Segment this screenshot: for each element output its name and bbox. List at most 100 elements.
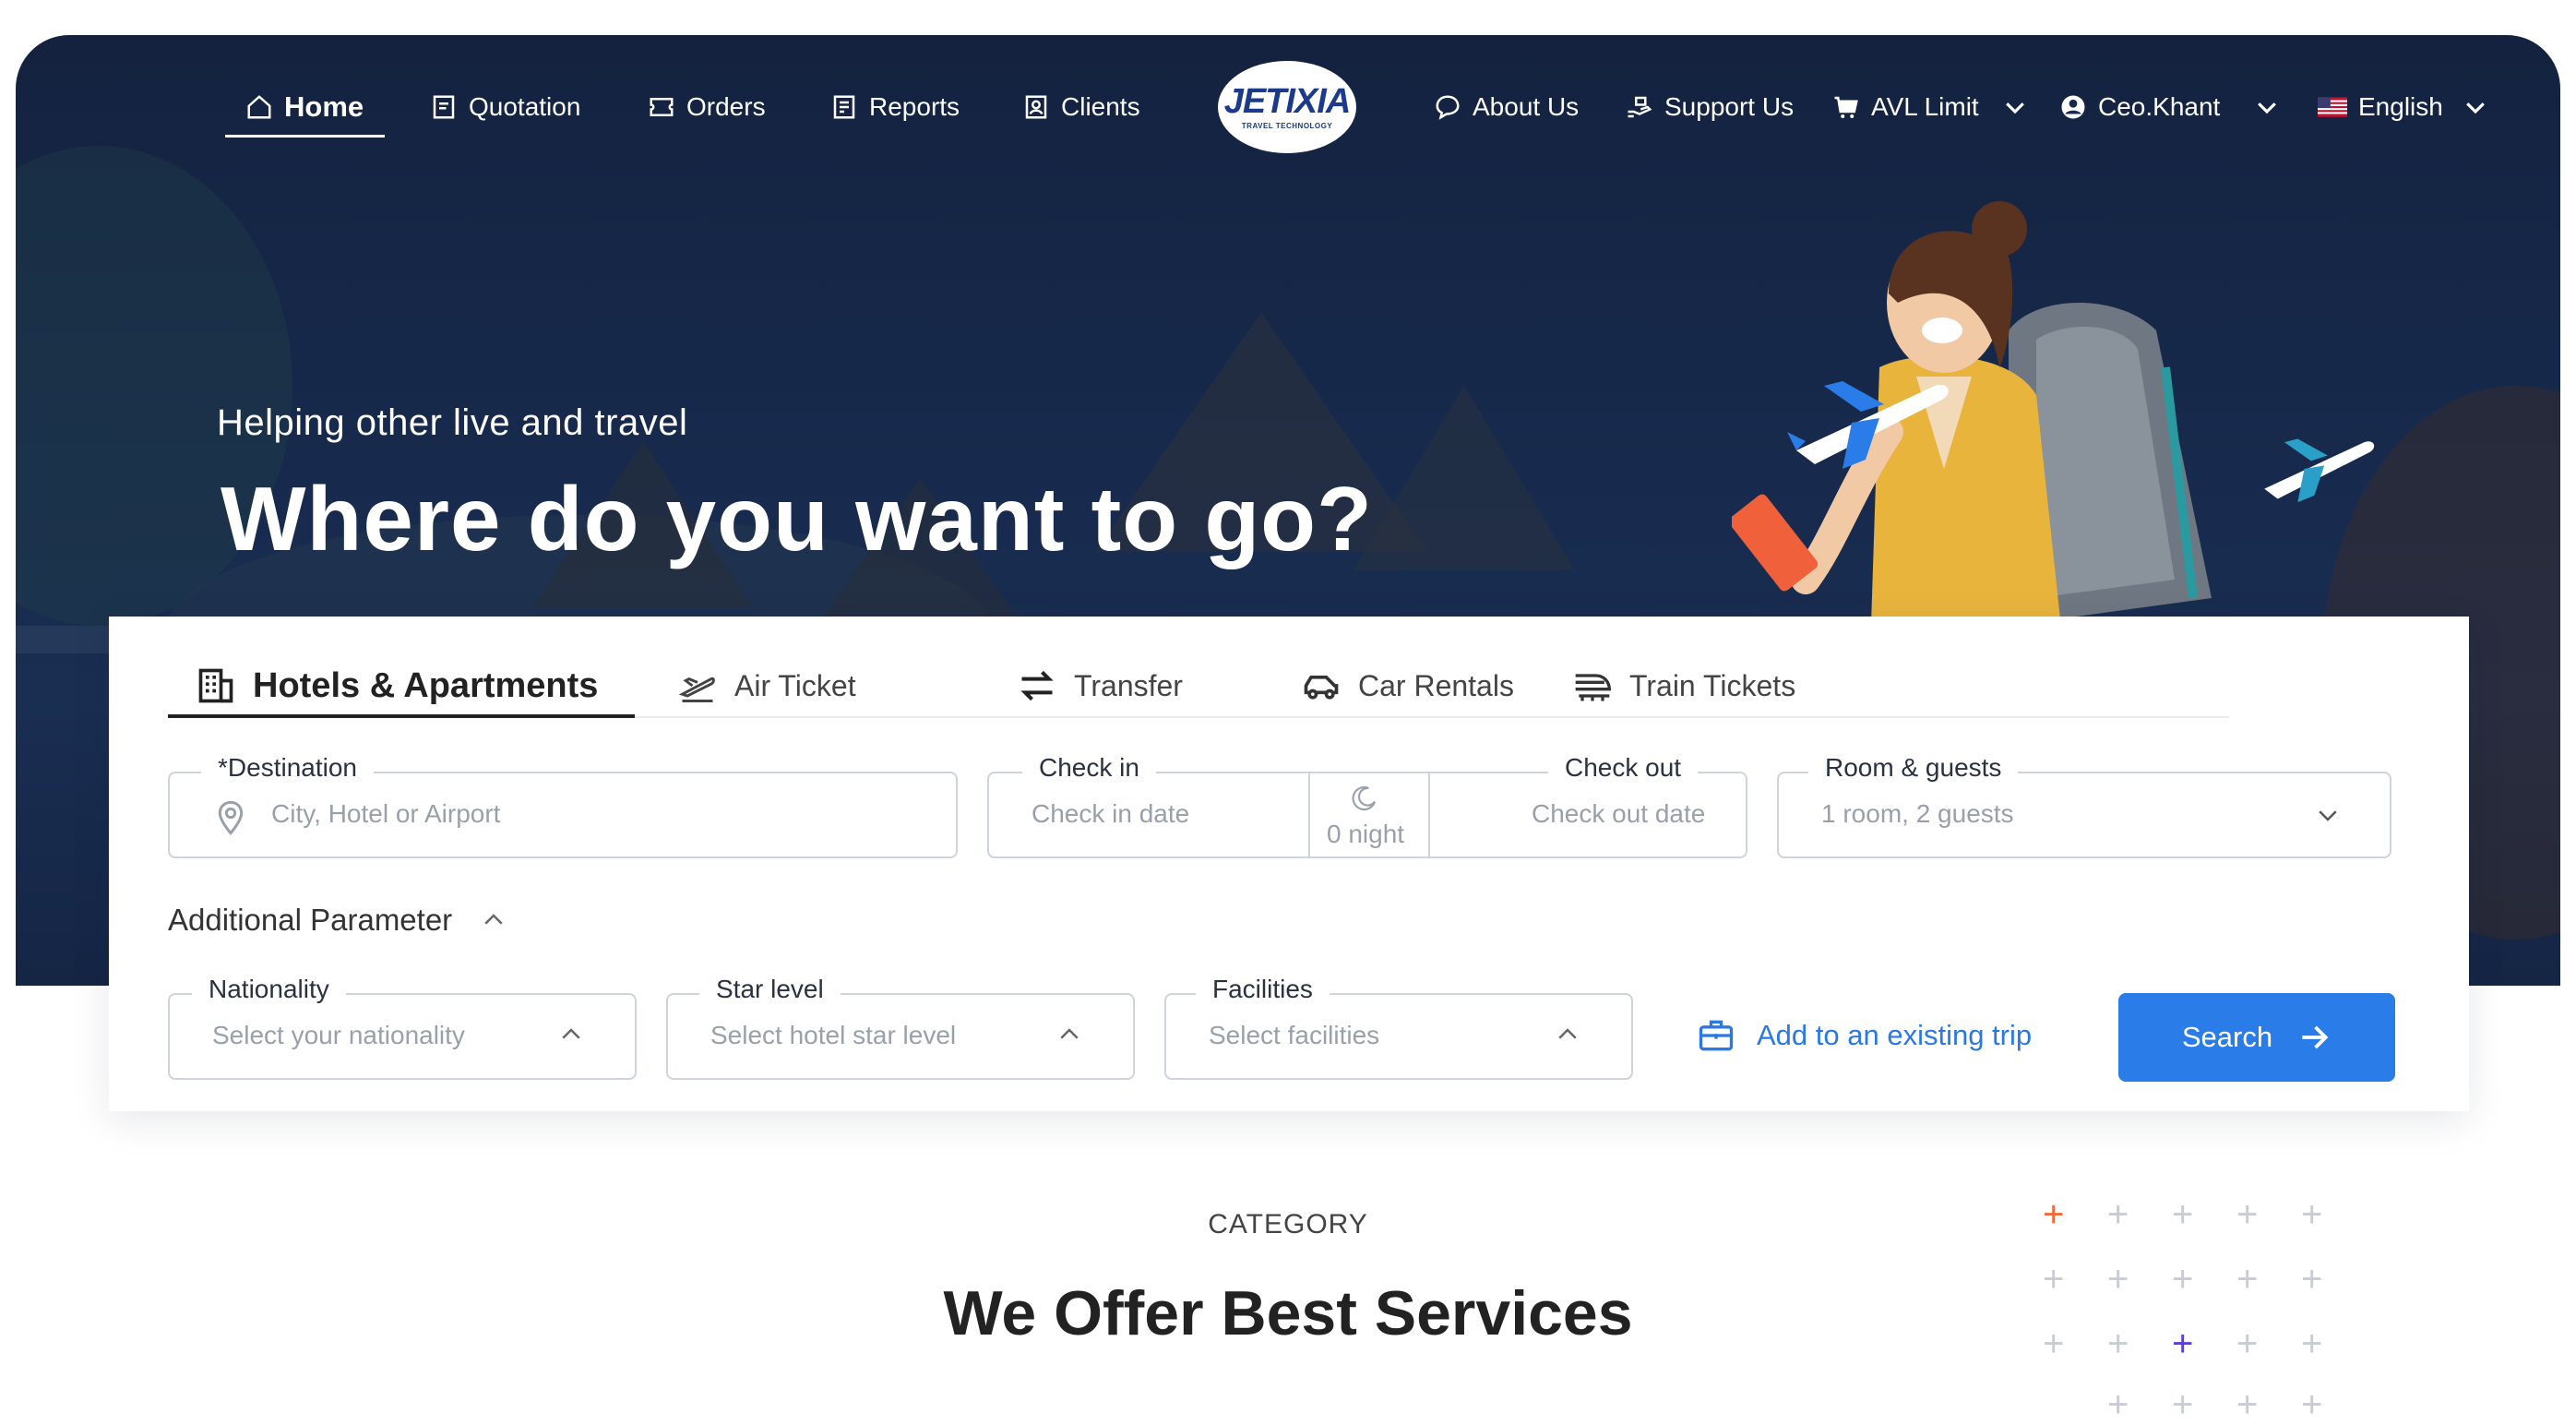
tab-hotels[interactable]: Hotels & Apartments [196,653,598,718]
checkout-label: Check out [1548,753,1699,783]
date-range-field: Check in Check in date 0 night Check out… [987,753,1747,858]
search-button-label: Search [2181,1021,2273,1053]
plus-icon: + [2107,1194,2129,1235]
hero-subtitle: Helping other live and travel [217,402,688,443]
divider [1428,773,1430,856]
facilities-select[interactable]: Facilities Select facilities [1164,975,1633,1080]
room-guests-value: 1 room, 2 guests [1821,799,2014,828]
plus-icon: + [2107,1384,2129,1425]
facilities-placeholder: Select facilities [1209,1021,1380,1049]
cart-icon [1834,96,1858,118]
checkin-label: Check in [1022,753,1156,783]
user-menu-dropdown[interactable]: Ceo.Khant [2059,87,2281,127]
star-level-placeholder: Select hotel star level [710,1021,957,1049]
chevron-down-icon [2005,102,2024,114]
chevron-down-icon [2465,102,2485,114]
room-guests-field[interactable]: Room & guests 1 room, 2 guests [1777,753,2391,858]
nav-quotation-label: Quotation [469,92,581,121]
chat-bubble-icon [1436,95,1460,120]
plus-icon: + [2172,1323,2194,1364]
add-trip-label: Add to an existing trip [1757,1019,2033,1051]
plus-icon: + [2236,1384,2259,1425]
star-level-label: Star level [699,975,841,1004]
nationality-select[interactable]: Nationality Select your nationality [168,975,637,1080]
nationality-placeholder: Select your nationality [212,1021,465,1049]
plus-icon: + [2107,1323,2129,1364]
hut-roof [1354,386,1575,570]
plus-icon: + [2172,1384,2194,1425]
checkin-input[interactable]: Check in date [1032,799,1189,829]
hero-title: Where do you want to go? [221,468,1373,569]
airplane-icon [2264,438,2375,503]
nav-about-label: About Us [1473,92,1580,121]
chevron-up-icon [562,1028,580,1039]
language-dropdown[interactable]: English [2318,87,2489,127]
nav-active-indicator [225,135,385,138]
tab-transfer[interactable]: Transfer [1017,653,1183,718]
arrow-right-icon [2302,1025,2329,1049]
nav-reports-label: Reports [869,92,960,121]
plus-icon: + [2301,1259,2323,1299]
plus-icon: + [2107,1259,2129,1299]
avl-limit-dropdown[interactable]: AVL Limit [1832,87,2029,127]
train-icon [1575,674,1611,701]
jetixia-logo[interactable]: JETIXIA TRAVEL TECHNOLOGY [1218,61,1356,153]
add-to-existing-trip-link[interactable]: Add to an existing trip [1696,1015,2032,1056]
moon-icon [1352,785,1377,811]
tab-air-ticket[interactable]: Air Ticket [677,653,856,718]
plus-icon: + [2043,1194,2065,1235]
room-guests-label: Room & guests [1808,753,2019,783]
user-name: Ceo.Khant [2098,92,2221,121]
tab-train-tickets[interactable]: Train Tickets [1572,653,1795,718]
location-pin-icon [218,800,244,835]
nav-home[interactable]: Home [245,87,364,127]
tab-car-label: Car Rentals [1358,668,1514,702]
chevron-up-icon [484,914,503,925]
nav-clients-label: Clients [1061,92,1140,121]
checkout-input[interactable]: Check out date [1532,799,1705,829]
tab-hotels-label: Hotels & Apartments [253,665,599,705]
nav-support[interactable]: Support Us [1626,87,1794,127]
nav-support-label: Support Us [1664,92,1795,121]
home-icon [247,95,271,119]
nights-count: 0 night [1327,820,1405,848]
helping-hand-icon [1628,96,1652,118]
nav-orders[interactable]: Orders [648,87,766,127]
client-card-icon [1025,95,1047,119]
swap-arrows-icon [1020,670,1054,701]
destination-field[interactable]: *Destination City, Hotel or Airport [168,753,958,858]
nav-orders-label: Orders [686,92,766,121]
tab-transfer-label: Transfer [1074,668,1183,702]
tab-active-indicator [168,714,635,718]
plane-takeoff-icon [678,677,715,702]
star-level-select[interactable]: Star level Select hotel star level [666,975,1135,1080]
us-flag-icon [2318,97,2347,117]
nav-reports[interactable]: Reports [830,87,960,127]
logo-tagline: TRAVEL TECHNOLOGY [1241,122,1333,130]
nav-home-label: Home [284,90,364,123]
service-tabs: Hotels & Apartments Air Ticket Transfer … [168,653,2229,718]
airplane-icon [1787,381,1949,469]
nav-about[interactable]: About Us [1434,87,1579,127]
destination-label: *Destination [201,753,374,783]
additional-parameter-toggle[interactable]: Additional Parameter [168,903,507,938]
nav-clients[interactable]: Clients [1022,87,1140,127]
ticket-icon [650,98,674,116]
destination-input[interactable]: City, Hotel or Airport [271,799,500,829]
car-icon [1304,676,1339,700]
plus-icon: + [2236,1194,2259,1235]
language-label: English [2358,92,2443,121]
chevron-down-icon [2319,810,2337,821]
nationality-label: Nationality [192,975,346,1004]
additional-parameter-label: Additional Parameter [168,903,453,937]
top-navigation: Home Quotation Orders Reports Clients JE… [0,0,2576,153]
nav-quotation[interactable]: Quotation [430,87,580,127]
tab-car-rentals[interactable]: Car Rentals [1301,653,1514,718]
tab-air-label: Air Ticket [734,668,856,702]
plus-icon: + [2043,1323,2065,1364]
plus-icon: + [2236,1259,2259,1299]
user-avatar-icon [2061,95,2085,119]
search-button[interactable]: Search [2118,993,2395,1082]
search-panel: Hotels & Apartments Air Ticket Transfer … [109,617,2469,1111]
plus-icon: + [2301,1323,2323,1364]
